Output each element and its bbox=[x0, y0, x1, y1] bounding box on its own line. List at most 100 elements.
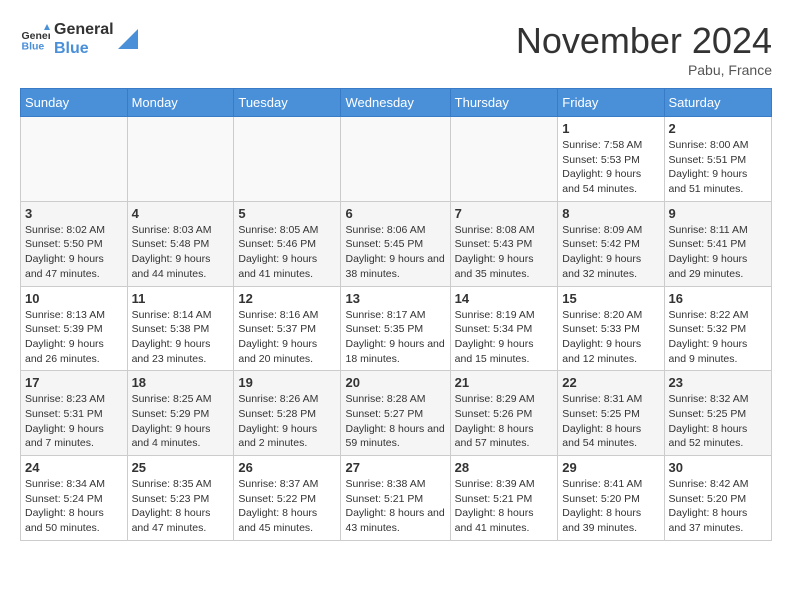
calendar-cell bbox=[450, 117, 558, 202]
calendar-cell: 11 Sunrise: 8:14 AM Sunset: 5:38 PM Dayli… bbox=[127, 286, 234, 371]
day-number: 1 bbox=[562, 121, 659, 136]
day-number: 16 bbox=[669, 291, 767, 306]
calendar-cell: 13 Sunrise: 8:17 AM Sunset: 5:35 PM Dayli… bbox=[341, 286, 450, 371]
svg-text:Blue: Blue bbox=[22, 41, 45, 53]
calendar-week-row: 24Sunrise: 8:34 AM Sunset: 5:24 PM Dayli… bbox=[21, 456, 772, 541]
day-info: Sunrise: 8:39 AM Sunset: 5:21 PM Dayligh… bbox=[455, 477, 554, 536]
day-info: Sunrise: 8:14 AM Sunset: 5:38 PM Dayligh… bbox=[132, 308, 230, 367]
day-info: Sunrise: 8:08 AM Sunset: 5:43 PM Dayligh… bbox=[455, 223, 554, 282]
calendar-cell: 9 Sunrise: 8:11 AM Sunset: 5:41 PM Daylig… bbox=[664, 201, 771, 286]
day-number: 11 bbox=[132, 291, 230, 306]
calendar-table: SundayMondayTuesdayWednesdayThursdayFrid… bbox=[20, 88, 772, 541]
logo: General Blue General Blue bbox=[20, 20, 138, 58]
day-number: 7 bbox=[455, 206, 554, 221]
day-header-monday: Monday bbox=[127, 89, 234, 117]
day-info: Sunrise: 8:35 AM Sunset: 5:23 PM Dayligh… bbox=[132, 477, 230, 536]
calendar-cell: 24Sunrise: 8:34 AM Sunset: 5:24 PM Dayli… bbox=[21, 456, 128, 541]
day-info: Sunrise: 8:22 AM Sunset: 5:32 PM Dayligh… bbox=[669, 308, 767, 367]
calendar-cell bbox=[21, 117, 128, 202]
day-number: 19 bbox=[238, 375, 336, 390]
logo-blue: Blue bbox=[54, 39, 114, 58]
day-number: 18 bbox=[132, 375, 230, 390]
day-info: Sunrise: 8:03 AM Sunset: 5:48 PM Dayligh… bbox=[132, 223, 230, 282]
calendar-cell: 25Sunrise: 8:35 AM Sunset: 5:23 PM Dayli… bbox=[127, 456, 234, 541]
day-number: 13 bbox=[345, 291, 445, 306]
calendar-cell: 16 Sunrise: 8:22 AM Sunset: 5:32 PM Dayli… bbox=[664, 286, 771, 371]
day-number: 28 bbox=[455, 460, 554, 475]
day-number: 30 bbox=[669, 460, 767, 475]
day-info: Sunrise: 8:00 AM Sunset: 5:51 PM Dayligh… bbox=[669, 138, 767, 197]
calendar-cell: 26Sunrise: 8:37 AM Sunset: 5:22 PM Dayli… bbox=[234, 456, 341, 541]
day-number: 2 bbox=[669, 121, 767, 136]
day-header-thursday: Thursday bbox=[450, 89, 558, 117]
calendar-cell bbox=[234, 117, 341, 202]
calendar-cell: 10Sunrise: 8:13 AM Sunset: 5:39 PM Dayli… bbox=[21, 286, 128, 371]
day-number: 27 bbox=[345, 460, 445, 475]
calendar-week-row: 10Sunrise: 8:13 AM Sunset: 5:39 PM Dayli… bbox=[21, 286, 772, 371]
day-number: 8 bbox=[562, 206, 659, 221]
day-number: 29 bbox=[562, 460, 659, 475]
calendar-cell: 15Sunrise: 8:20 AM Sunset: 5:33 PM Dayli… bbox=[558, 286, 664, 371]
calendar-cell: 7 Sunrise: 8:08 AM Sunset: 5:43 PM Daylig… bbox=[450, 201, 558, 286]
day-info: Sunrise: 8:06 AM Sunset: 5:45 PM Dayligh… bbox=[345, 223, 445, 282]
day-info: Sunrise: 8:38 AM Sunset: 5:21 PM Dayligh… bbox=[345, 477, 445, 536]
calendar-cell: 14 Sunrise: 8:19 AM Sunset: 5:34 PM Dayli… bbox=[450, 286, 558, 371]
location: Pabu, France bbox=[516, 62, 772, 78]
calendar-cell: 23 Sunrise: 8:32 AM Sunset: 5:25 PM Dayli… bbox=[664, 371, 771, 456]
logo-triangle-icon bbox=[118, 29, 138, 49]
day-number: 10 bbox=[25, 291, 123, 306]
day-number: 9 bbox=[669, 206, 767, 221]
day-info: Sunrise: 8:11 AM Sunset: 5:41 PM Dayligh… bbox=[669, 223, 767, 282]
calendar-cell: 17Sunrise: 8:23 AM Sunset: 5:31 PM Dayli… bbox=[21, 371, 128, 456]
calendar-cell: 3 Sunrise: 8:02 AM Sunset: 5:50 PM Daylig… bbox=[21, 201, 128, 286]
day-info: Sunrise: 7:58 AM Sunset: 5:53 PM Dayligh… bbox=[562, 138, 659, 197]
day-header-tuesday: Tuesday bbox=[234, 89, 341, 117]
calendar-cell: 21Sunrise: 8:29 AM Sunset: 5:26 PM Dayli… bbox=[450, 371, 558, 456]
day-header-wednesday: Wednesday bbox=[341, 89, 450, 117]
calendar-week-row: 17Sunrise: 8:23 AM Sunset: 5:31 PM Dayli… bbox=[21, 371, 772, 456]
calendar-cell: 12 Sunrise: 8:16 AM Sunset: 5:37 PM Dayli… bbox=[234, 286, 341, 371]
header: General Blue General Blue November 2024 … bbox=[20, 20, 772, 78]
calendar-cell: 5Sunrise: 8:05 AM Sunset: 5:46 PM Daylig… bbox=[234, 201, 341, 286]
calendar-cell: 8 Sunrise: 8:09 AM Sunset: 5:42 PM Daylig… bbox=[558, 201, 664, 286]
day-info: Sunrise: 8:16 AM Sunset: 5:37 PM Dayligh… bbox=[238, 308, 336, 367]
day-header-saturday: Saturday bbox=[664, 89, 771, 117]
day-number: 24 bbox=[25, 460, 123, 475]
logo-icon: General Blue bbox=[20, 24, 50, 54]
calendar-cell: 30Sunrise: 8:42 AM Sunset: 5:20 PM Dayli… bbox=[664, 456, 771, 541]
calendar-cell: 20 Sunrise: 8:28 AM Sunset: 5:27 PM Dayli… bbox=[341, 371, 450, 456]
day-info: Sunrise: 8:41 AM Sunset: 5:20 PM Dayligh… bbox=[562, 477, 659, 536]
day-info: Sunrise: 8:09 AM Sunset: 5:42 PM Dayligh… bbox=[562, 223, 659, 282]
day-info: Sunrise: 8:02 AM Sunset: 5:50 PM Dayligh… bbox=[25, 223, 123, 282]
title-block: November 2024 Pabu, France bbox=[516, 20, 772, 78]
calendar-header-row: SundayMondayTuesdayWednesdayThursdayFrid… bbox=[21, 89, 772, 117]
day-info: Sunrise: 8:23 AM Sunset: 5:31 PM Dayligh… bbox=[25, 392, 123, 451]
day-number: 3 bbox=[25, 206, 123, 221]
day-info: Sunrise: 8:17 AM Sunset: 5:35 PM Dayligh… bbox=[345, 308, 445, 367]
day-info: Sunrise: 8:32 AM Sunset: 5:25 PM Dayligh… bbox=[669, 392, 767, 451]
day-number: 4 bbox=[132, 206, 230, 221]
day-info: Sunrise: 8:19 AM Sunset: 5:34 PM Dayligh… bbox=[455, 308, 554, 367]
day-number: 20 bbox=[345, 375, 445, 390]
day-number: 22 bbox=[562, 375, 659, 390]
day-number: 12 bbox=[238, 291, 336, 306]
calendar-cell: 22 Sunrise: 8:31 AM Sunset: 5:25 PM Dayli… bbox=[558, 371, 664, 456]
day-number: 14 bbox=[455, 291, 554, 306]
logo-general: General bbox=[54, 20, 114, 39]
calendar-cell: 18 Sunrise: 8:25 AM Sunset: 5:29 PM Dayli… bbox=[127, 371, 234, 456]
calendar-cell: 27 Sunrise: 8:38 AM Sunset: 5:21 PM Dayli… bbox=[341, 456, 450, 541]
day-info: Sunrise: 8:29 AM Sunset: 5:26 PM Dayligh… bbox=[455, 392, 554, 451]
calendar-cell bbox=[127, 117, 234, 202]
calendar-week-row: 3 Sunrise: 8:02 AM Sunset: 5:50 PM Daylig… bbox=[21, 201, 772, 286]
day-info: Sunrise: 8:25 AM Sunset: 5:29 PM Dayligh… bbox=[132, 392, 230, 451]
calendar-cell: 19 Sunrise: 8:26 AM Sunset: 5:28 PM Dayli… bbox=[234, 371, 341, 456]
day-info: Sunrise: 8:28 AM Sunset: 5:27 PM Dayligh… bbox=[345, 392, 445, 451]
day-info: Sunrise: 8:26 AM Sunset: 5:28 PM Dayligh… bbox=[238, 392, 336, 451]
day-header-friday: Friday bbox=[558, 89, 664, 117]
calendar-cell: 6 Sunrise: 8:06 AM Sunset: 5:45 PM Daylig… bbox=[341, 201, 450, 286]
calendar-cell: 4 Sunrise: 8:03 AM Sunset: 5:48 PM Daylig… bbox=[127, 201, 234, 286]
day-info: Sunrise: 8:31 AM Sunset: 5:25 PM Dayligh… bbox=[562, 392, 659, 451]
day-number: 6 bbox=[345, 206, 445, 221]
day-header-sunday: Sunday bbox=[21, 89, 128, 117]
day-number: 23 bbox=[669, 375, 767, 390]
